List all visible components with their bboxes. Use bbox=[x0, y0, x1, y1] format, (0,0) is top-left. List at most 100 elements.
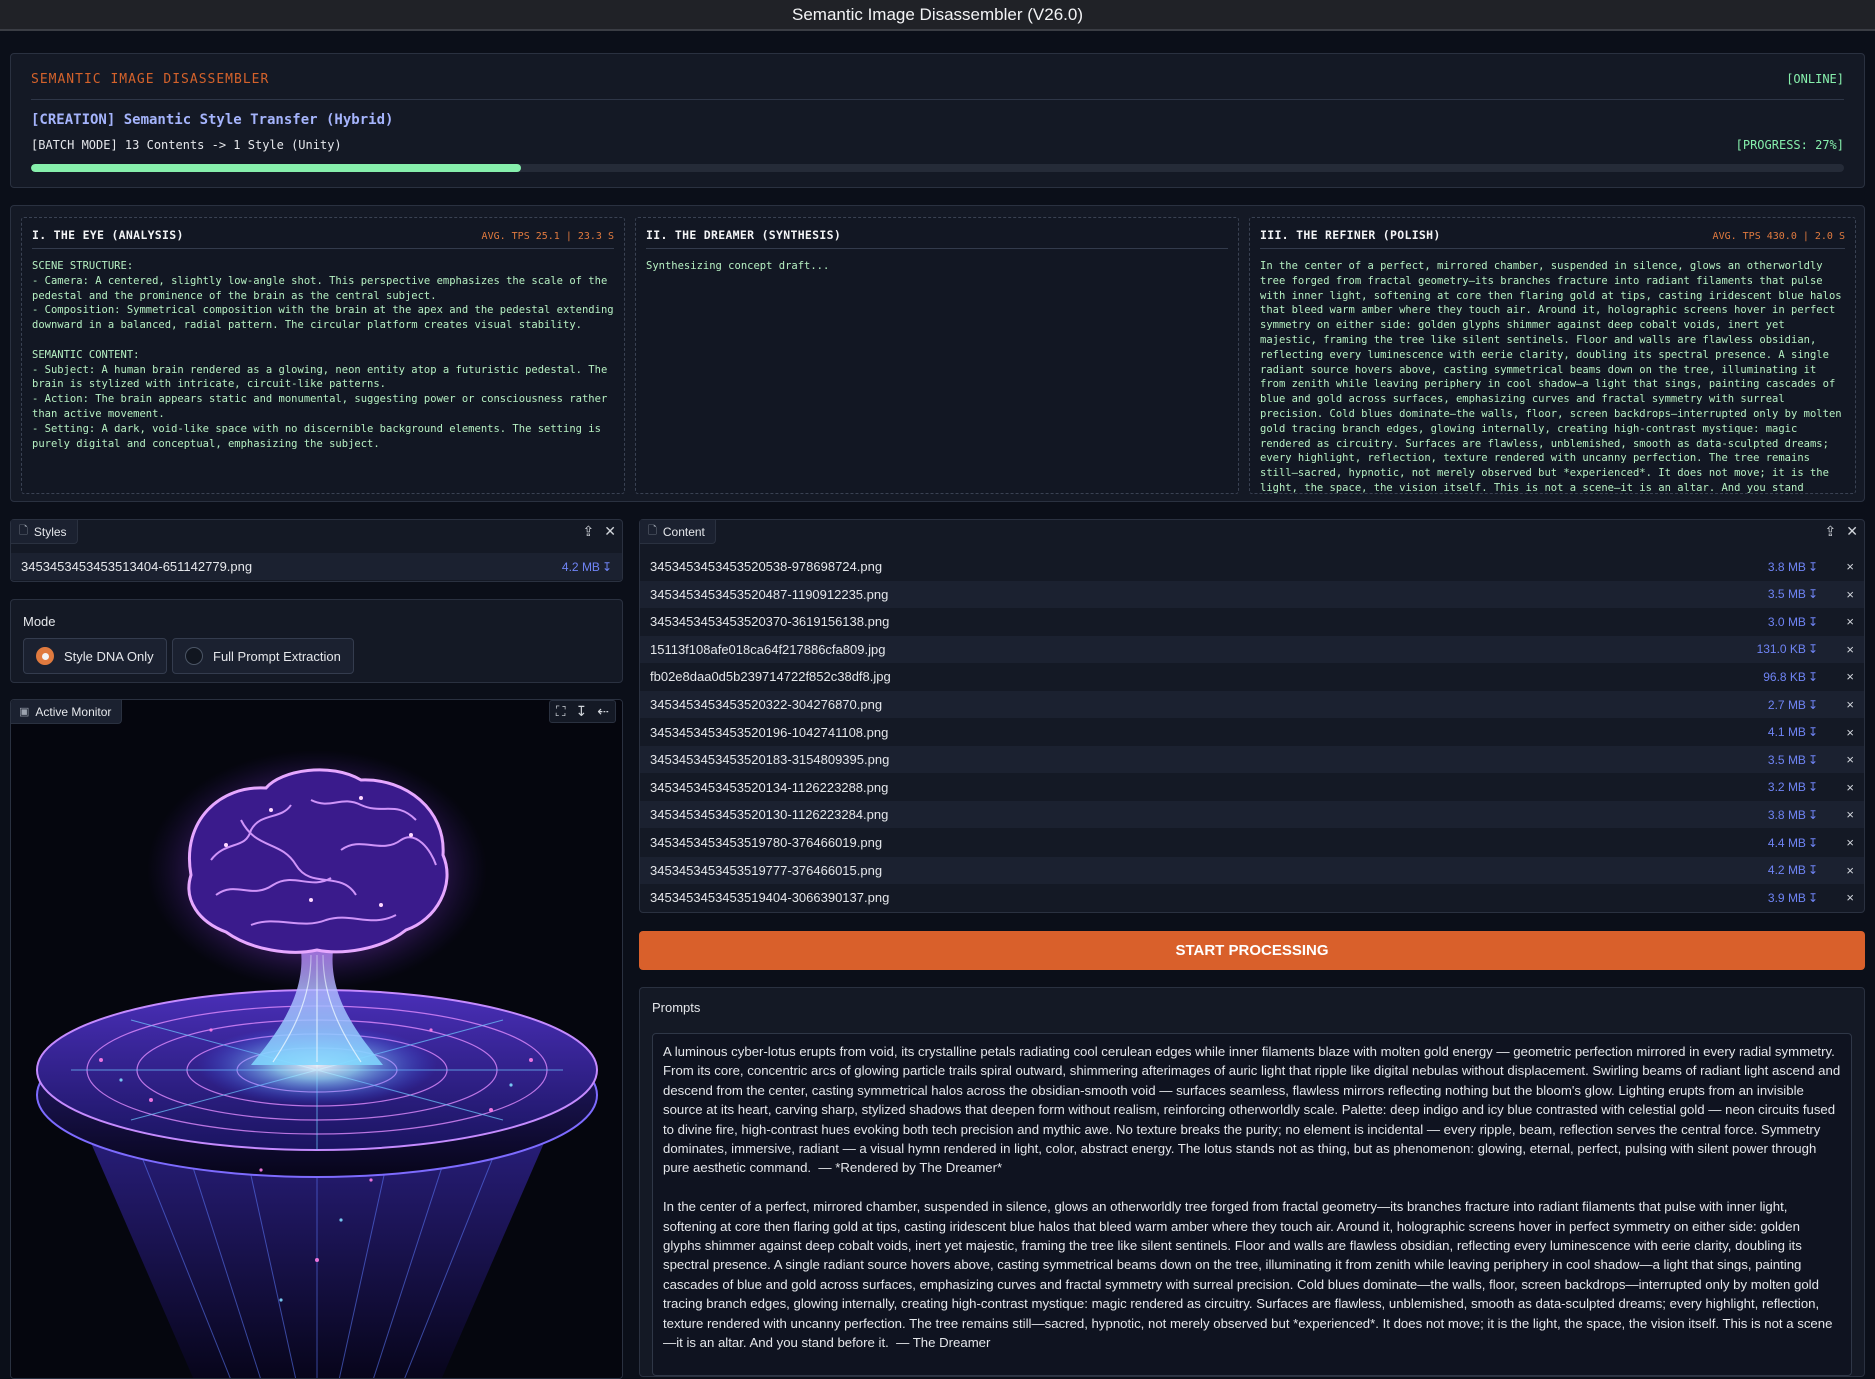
file-name: fb02e8daa0d5b239714722f852c38df8.jpg bbox=[650, 669, 891, 685]
fullscreen-icon[interactable]: ⛶ bbox=[556, 703, 566, 720]
start-processing-button[interactable]: START PROCESSING bbox=[639, 931, 1865, 970]
download-icon[interactable]: ↧ bbox=[1808, 642, 1818, 656]
stage-output: SCENE STRUCTURE: - Camera: A centered, s… bbox=[32, 260, 614, 450]
mode-option-style-dna[interactable]: Style DNA Only bbox=[23, 638, 167, 674]
download-icon[interactable]: ↧ bbox=[576, 703, 588, 720]
mode-option-full-prompt[interactable]: Full Prompt Extraction bbox=[172, 638, 354, 674]
remove-file-icon[interactable]: × bbox=[1832, 642, 1854, 657]
prompts-output[interactable]: A luminous cyber-lotus erupts from void,… bbox=[652, 1033, 1852, 1376]
file-size[interactable]: 4.1 MB bbox=[1768, 725, 1806, 739]
download-icon[interactable]: ↧ bbox=[1808, 698, 1818, 712]
content-file-row[interactable]: 3453453453453520196-1042741108.png 4.1 MB… bbox=[640, 719, 1864, 746]
radio-selected-icon[interactable] bbox=[36, 647, 54, 665]
content-tab: 🗋 Content bbox=[640, 520, 716, 544]
stage-title: II. THE DREAMER (SYNTHESIS) bbox=[646, 228, 842, 242]
download-icon[interactable]: ↧ bbox=[1808, 808, 1818, 822]
window-title: Semantic Image Disassembler (V26.0) bbox=[791, 4, 1083, 24]
file-size[interactable]: 3.5 MB bbox=[1768, 753, 1806, 767]
mode-option-label: Style DNA Only bbox=[64, 648, 154, 664]
progress-bar bbox=[31, 164, 1844, 172]
file-size[interactable]: 96.8 KB bbox=[1763, 670, 1806, 684]
content-file-row[interactable]: 3453453453453519777-376466015.png 4.2 MB ↧… bbox=[640, 856, 1864, 884]
download-icon[interactable]: ↧ bbox=[1808, 836, 1818, 850]
monitor-actions: ⛶ ↧ ⇠ bbox=[548, 700, 616, 723]
file-size[interactable]: 4.2 MB bbox=[562, 560, 600, 574]
download-icon[interactable]: ↧ bbox=[1808, 891, 1818, 905]
file-name: 3453453453453520487-1190912235.png bbox=[650, 586, 889, 602]
content-upload-panel[interactable]: 🗋 Content ⇪ ✕ 3453453453453520538-978698… bbox=[639, 519, 1865, 913]
remove-file-icon[interactable]: × bbox=[1832, 559, 1854, 574]
file-icon: 🗋 bbox=[19, 525, 28, 537]
style-file-row[interactable]: 3453453453453513404-651142779.png 4.2 MB… bbox=[11, 553, 622, 580]
content-file-row[interactable]: 3453453453453520487-1190912235.png 3.5 MB… bbox=[640, 580, 1864, 608]
file-name: 3453453453453520183-3154809395.png bbox=[650, 752, 890, 768]
file-size[interactable]: 2.7 MB bbox=[1768, 698, 1806, 712]
content-file-row[interactable]: 3453453453453520130-1126223284.png 3.8 MB… bbox=[640, 801, 1864, 829]
download-icon[interactable]: ↧ bbox=[1808, 725, 1818, 739]
download-icon[interactable]: ↧ bbox=[1808, 863, 1818, 877]
content-file-row[interactable]: 3453453453453519404-3066390137.png 3.9 MB… bbox=[640, 884, 1864, 911]
monitor-label: Active Monitor bbox=[35, 704, 112, 719]
content-file-row[interactable]: 15113f108afe018ca64f217886cfa809.jpg 131.… bbox=[640, 635, 1864, 663]
content-file-row[interactable]: 3453453453453519780-376466019.png 4.4 MB ↧… bbox=[640, 829, 1864, 856]
content-file-row[interactable]: 3453453453453520134-1126223288.png 3.2 MB… bbox=[640, 774, 1864, 801]
progress-label: [PROGRESS: 27%] bbox=[1735, 138, 1844, 152]
monitor-image bbox=[11, 700, 622, 1378]
content-file-row[interactable]: fb02e8daa0d5b239714722f852c38df8.jpg 96.8… bbox=[640, 663, 1864, 690]
styles-upload-panel[interactable]: 🗋 Styles ⇪ ✕ 3453453453453513404-6511427… bbox=[10, 519, 623, 582]
file-size[interactable]: 3.5 MB bbox=[1768, 587, 1806, 601]
file-size[interactable]: 131.0 KB bbox=[1757, 642, 1806, 656]
file-name: 3453453453453520322-304276870.png bbox=[650, 697, 883, 712]
file-size[interactable]: 4.4 MB bbox=[1768, 836, 1806, 850]
download-icon[interactable]: ↧ bbox=[1808, 753, 1818, 767]
file-size[interactable]: 3.2 MB bbox=[1768, 780, 1806, 794]
stage-output: Synthesizing concept draft... bbox=[646, 260, 830, 272]
remove-file-icon[interactable]: × bbox=[1832, 587, 1854, 602]
file-size[interactable]: 3.0 MB bbox=[1768, 615, 1806, 629]
mode-title: [CREATION] Semantic Style Transfer (Hybr… bbox=[31, 112, 394, 128]
file-size[interactable]: 3.8 MB bbox=[1768, 560, 1806, 574]
file-name: 3453453453453519780-376466019.png bbox=[650, 835, 883, 850]
download-icon[interactable]: ↧ bbox=[1808, 670, 1818, 684]
file-name: 3453453453453519404-3066390137.png bbox=[650, 890, 890, 906]
download-icon[interactable]: ↧ bbox=[602, 560, 612, 574]
content-file-row[interactable]: 3453453453453520322-304276870.png 2.7 MB ↧… bbox=[640, 691, 1864, 718]
remove-file-icon[interactable]: × bbox=[1832, 890, 1854, 905]
close-icon[interactable]: ✕ bbox=[604, 523, 616, 540]
content-file-row[interactable]: 3453453453453520183-3154809395.png 3.5 MB… bbox=[640, 746, 1864, 774]
status-badge: [ONLINE] bbox=[1786, 72, 1844, 86]
remove-file-icon[interactable]: × bbox=[1832, 725, 1854, 740]
stage-eye: I. THE EYE (ANALYSIS) AVG. TPS 25.1 | 23… bbox=[21, 217, 625, 494]
remove-file-icon[interactable]: × bbox=[1832, 614, 1854, 629]
file-size[interactable]: 3.9 MB bbox=[1768, 891, 1806, 905]
download-icon[interactable]: ↧ bbox=[1808, 587, 1818, 601]
remove-file-icon[interactable]: × bbox=[1832, 807, 1854, 822]
stage-title: I. THE EYE (ANALYSIS) bbox=[32, 228, 184, 242]
radio-unselected-icon[interactable] bbox=[185, 647, 203, 665]
download-icon[interactable]: ↧ bbox=[1808, 560, 1818, 574]
file-name: 3453453453453520134-1126223288.png bbox=[650, 779, 889, 795]
file-name: 15113f108afe018ca64f217886cfa809.jpg bbox=[650, 641, 886, 657]
upload-icon[interactable]: ⇪ bbox=[583, 523, 595, 540]
content-file-row[interactable]: 3453453453453520370-3619156138.png 3.0 MB… bbox=[640, 608, 1864, 635]
remove-file-icon[interactable]: × bbox=[1832, 752, 1854, 767]
file-size[interactable]: 3.8 MB bbox=[1768, 808, 1806, 822]
download-icon[interactable]: ↧ bbox=[1808, 615, 1818, 629]
remove-file-icon[interactable]: × bbox=[1832, 780, 1854, 795]
file-size[interactable]: 4.2 MB bbox=[1768, 863, 1806, 877]
remove-file-icon[interactable]: × bbox=[1832, 863, 1854, 878]
remove-file-icon[interactable]: × bbox=[1832, 697, 1854, 712]
progress-fill bbox=[31, 164, 521, 172]
upload-icon[interactable]: ⇪ bbox=[1825, 523, 1837, 540]
mode-option-label: Full Prompt Extraction bbox=[213, 648, 341, 664]
content-file-row[interactable]: 3453453453453520538-978698724.png 3.8 MB ↧… bbox=[640, 553, 1864, 580]
file-name: 3453453453453513404-651142779.png bbox=[21, 559, 253, 574]
file-name: 3453453453453520370-3619156138.png bbox=[650, 614, 890, 630]
download-icon[interactable]: ↧ bbox=[1808, 780, 1818, 794]
remove-file-icon[interactable]: × bbox=[1832, 835, 1854, 850]
share-icon[interactable]: ⇠ bbox=[597, 703, 609, 720]
remove-file-icon[interactable]: × bbox=[1832, 669, 1854, 684]
active-monitor: ▣ Active Monitor ⛶ ↧ ⇠ bbox=[10, 699, 623, 1379]
close-icon[interactable]: ✕ bbox=[1846, 523, 1858, 540]
prompts-label: Prompts bbox=[652, 1000, 701, 1015]
